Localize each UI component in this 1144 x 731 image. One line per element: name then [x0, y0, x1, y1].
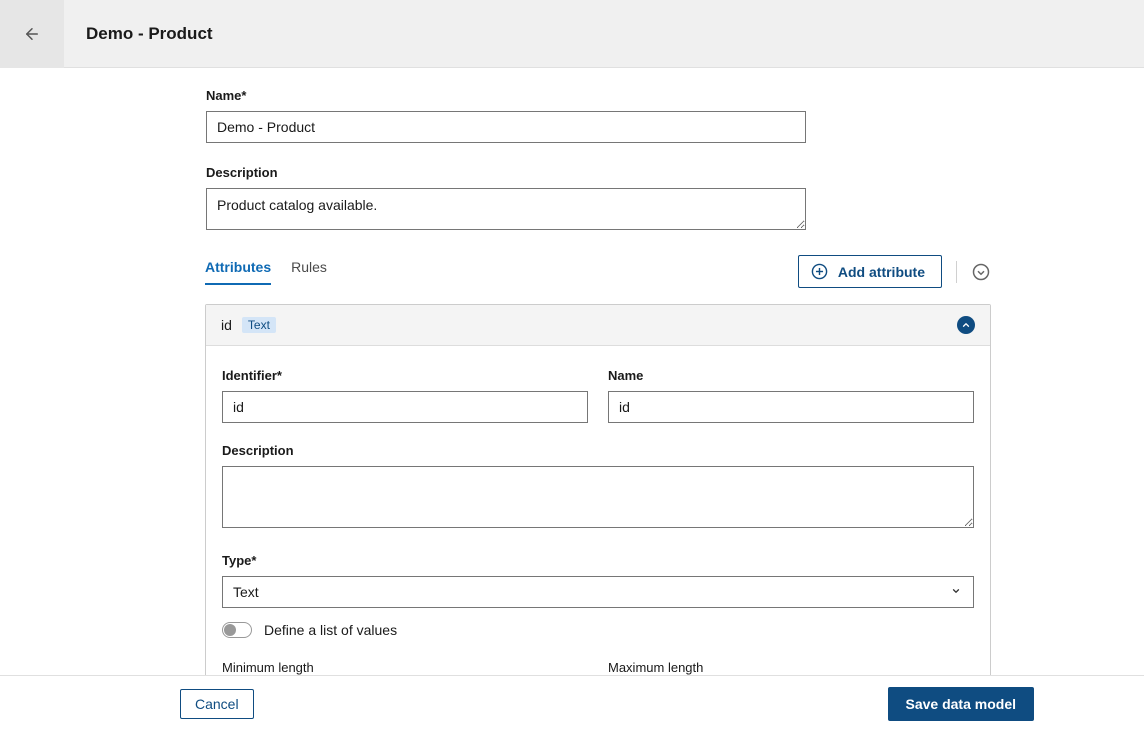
define-values-label: Define a list of values	[264, 622, 397, 638]
chevron-up-icon	[961, 320, 971, 330]
form-scroll-area[interactable]: Name* Description Product catalog availa…	[0, 68, 1144, 675]
name-label: Name*	[206, 88, 806, 103]
name-input[interactable]	[206, 111, 806, 143]
collapse-button[interactable]	[957, 316, 975, 334]
tab-rules[interactable]: Rules	[291, 259, 327, 285]
attr-description-input[interactable]	[222, 466, 974, 528]
arrow-left-icon	[23, 25, 41, 43]
type-select[interactable]: Text	[222, 576, 974, 608]
define-values-toggle[interactable]	[222, 622, 252, 638]
footer-bar: Cancel Save data model	[0, 675, 1144, 731]
add-attribute-button[interactable]: Add attribute	[798, 255, 942, 288]
max-length-label: Maximum length	[608, 660, 974, 675]
tab-attributes[interactable]: Attributes	[205, 259, 271, 285]
save-button[interactable]: Save data model	[888, 687, 1035, 721]
tabs-row: Attributes Rules Add attribute	[205, 255, 991, 288]
attr-name-input[interactable]	[608, 391, 974, 423]
identifier-label: Identifier*	[222, 368, 588, 383]
page-header: Demo - Product	[0, 0, 1144, 68]
attr-name-label: Name	[608, 368, 974, 383]
expand-all-button[interactable]	[971, 262, 991, 282]
attribute-id-text: id	[221, 317, 232, 333]
page-title: Demo - Product	[86, 24, 213, 44]
description-label: Description	[206, 165, 806, 180]
divider	[956, 261, 957, 283]
plus-circle-icon	[811, 263, 828, 280]
toggle-knob	[224, 624, 236, 636]
cancel-button[interactable]: Cancel	[180, 689, 254, 719]
attribute-panel-header[interactable]: id Text	[206, 305, 990, 346]
type-select-value: Text	[233, 584, 259, 600]
identifier-input[interactable]	[222, 391, 588, 423]
chevron-down-circle-icon	[972, 263, 990, 281]
attribute-type-badge: Text	[242, 317, 276, 333]
min-length-label: Minimum length	[222, 660, 588, 675]
type-label: Type*	[222, 553, 974, 568]
chevron-down-icon	[951, 586, 961, 599]
add-attribute-label: Add attribute	[838, 264, 925, 280]
back-button[interactable]	[0, 0, 64, 68]
description-input[interactable]: Product catalog available.	[206, 188, 806, 230]
attribute-panel: id Text Identifier* Name	[205, 304, 991, 675]
attr-description-label: Description	[222, 443, 974, 458]
